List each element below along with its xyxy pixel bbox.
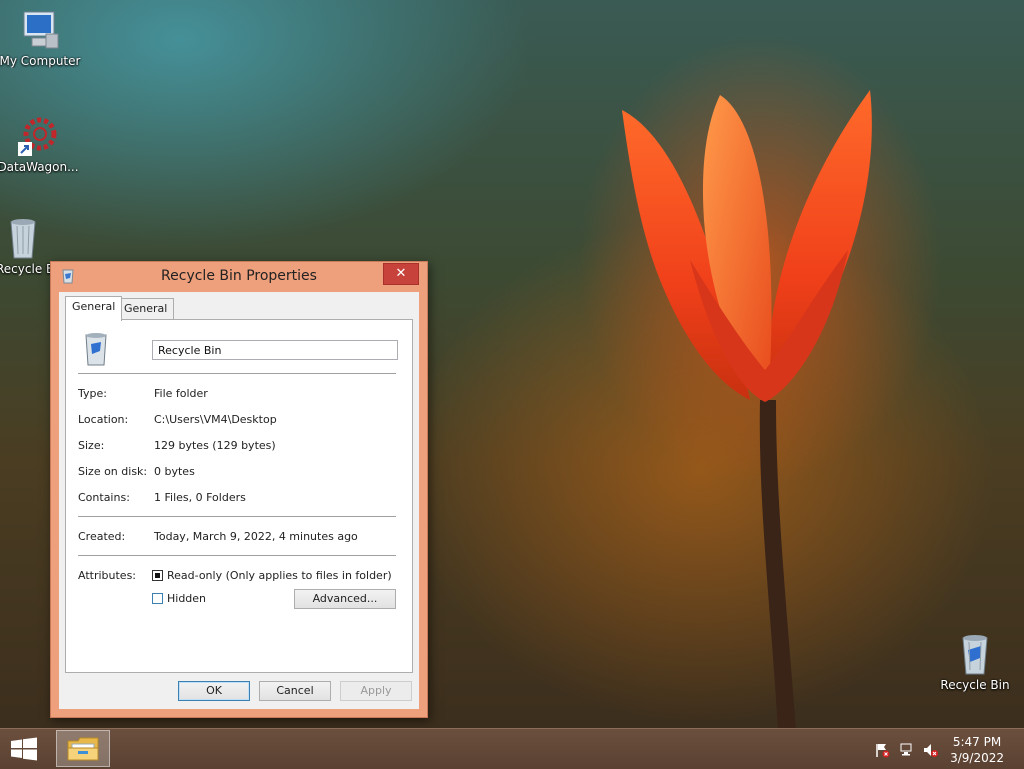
recycle-bin-icon xyxy=(85,333,107,366)
taskbar: 5:47 PM 3/9/2022 xyxy=(0,728,1024,769)
ok-button[interactable]: OK xyxy=(178,681,250,701)
size-on-disk-label: Size on disk: xyxy=(78,465,148,478)
advanced-button[interactable]: Advanced... xyxy=(294,589,396,609)
windows-start-icon[interactable] xyxy=(10,737,38,761)
desktop-icon-recycle-bin-2[interactable]: Recycle Bin xyxy=(933,632,1017,692)
contains-value: 1 Files, 0 Folders xyxy=(154,491,246,504)
created-value: Today, March 9, 2022, 4 minutes ago xyxy=(154,530,358,543)
dialog-client-area: General General Recycle Bin Type: File f… xyxy=(59,292,419,709)
desktop-icon-label: Recycle Bin xyxy=(0,262,50,276)
desktop-icon-datawagon[interactable]: DataWagon... xyxy=(0,114,80,174)
size-label: Size: xyxy=(78,439,105,452)
dialog-titlebar[interactable]: Recycle Bin Properties ✕ xyxy=(51,262,427,290)
apply-button[interactable]: Apply xyxy=(340,681,412,701)
size-value: 129 bytes (129 bytes) xyxy=(154,439,276,452)
separator xyxy=(78,373,396,374)
recycle-bin-icon xyxy=(10,219,36,259)
created-label: Created: xyxy=(78,530,126,543)
read-only-label: Read-only (Only applies to files in fold… xyxy=(167,569,392,582)
separator xyxy=(78,555,396,556)
speaker-muted-icon[interactable] xyxy=(922,742,938,758)
wallpaper-tulip xyxy=(622,90,872,730)
hidden-checkbox[interactable] xyxy=(152,593,163,604)
taskbar-file-explorer-button[interactable] xyxy=(56,730,110,767)
network-icon[interactable] xyxy=(899,742,915,758)
tab-general-1[interactable]: General xyxy=(65,296,123,321)
location-label: Location: xyxy=(78,413,129,426)
type-value: File folder xyxy=(154,387,208,400)
dialog-title: Recycle Bin Properties xyxy=(161,268,317,284)
taskbar-clock[interactable]: 5:47 PM 3/9/2022 xyxy=(950,734,1004,766)
close-button[interactable]: ✕ xyxy=(383,263,419,285)
type-label: Type: xyxy=(78,387,107,400)
cancel-button[interactable]: Cancel xyxy=(259,681,331,701)
name-field[interactable]: Recycle Bin xyxy=(152,340,398,360)
general-tab-panel: Recycle Bin Type: File folder Location: … xyxy=(65,319,413,673)
contains-label: Contains: xyxy=(78,491,130,504)
separator xyxy=(78,516,396,517)
clock-time: 5:47 PM xyxy=(952,735,1002,749)
hidden-label: Hidden xyxy=(167,592,207,605)
folder-icon xyxy=(67,737,99,761)
recycle-bin-properties-dialog: Recycle Bin Properties ✕ General General… xyxy=(50,261,428,718)
desktop-icon-my-computer[interactable]: My Computer xyxy=(0,8,82,68)
desktop-icon-recycle-bin[interactable]: Recycle Bin xyxy=(0,216,50,276)
desktop-icon-label: My Computer xyxy=(0,54,81,68)
datawagon-gear-icon xyxy=(18,117,57,156)
size-on-disk-value: 0 bytes xyxy=(154,465,195,478)
computer-icon xyxy=(23,11,59,49)
attributes-label: Attributes: xyxy=(78,569,137,582)
desktop-icon-label: DataWagon... xyxy=(0,160,79,174)
clock-date: 3/9/2022 xyxy=(950,751,1004,765)
read-only-checkbox[interactable] xyxy=(152,570,163,581)
tab-general-2[interactable]: General xyxy=(117,298,175,319)
location-value: C:\Users\VM4\Desktop xyxy=(154,413,277,426)
action-center-flag-icon[interactable] xyxy=(874,742,890,758)
recycle-bin-full-icon xyxy=(962,635,988,675)
desktop-icon-label: Recycle Bin xyxy=(940,678,1010,692)
